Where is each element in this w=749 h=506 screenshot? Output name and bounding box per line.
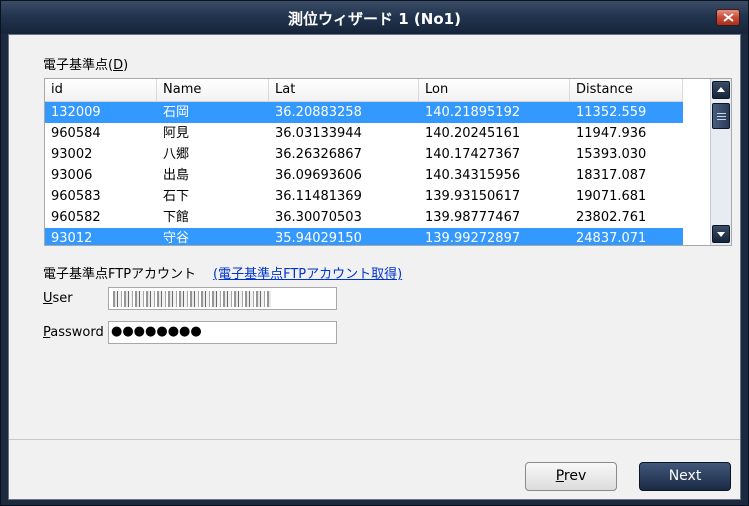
redacted-username xyxy=(113,291,271,307)
cell-distance: 15393.030 xyxy=(576,147,647,162)
cell-id: 132009 xyxy=(51,105,101,120)
cell-lat: 36.09693606 xyxy=(275,168,362,183)
column-header-id[interactable]: id xyxy=(45,79,157,101)
ftp-account-label: 電子基準点FTPアカウント xyxy=(43,267,197,282)
cell-lon: 139.98777467 xyxy=(425,210,521,225)
table-row[interactable]: 960583 石下 36.11481369 139.93150617 19071… xyxy=(45,186,683,207)
cell-distance: 18317.087 xyxy=(576,168,647,183)
cell-id: 93012 xyxy=(51,231,93,246)
cell-name: 石下 xyxy=(163,189,190,204)
cell-lat: 36.30070503 xyxy=(275,210,362,225)
cell-name: 出島 xyxy=(163,168,190,183)
table-body: 132009 石岡 36.20883258 140.21895192 11352… xyxy=(45,102,683,246)
footer-divider xyxy=(9,439,740,440)
column-header-lat[interactable]: Lat xyxy=(269,79,419,101)
cell-lat: 36.20883258 xyxy=(275,105,362,120)
password-input[interactable]: ●●●●●●●● xyxy=(108,321,337,344)
ftp-account-link[interactable]: (電子基準点FTPアカウント取得) xyxy=(213,263,402,282)
table-row[interactable]: 960582 下館 36.30070503 139.98777467 23802… xyxy=(45,207,683,228)
password-label: Password xyxy=(43,325,104,340)
column-header-lon[interactable]: Lon xyxy=(419,79,570,101)
title-bar[interactable]: 測位ウィザード 1 (No1) xyxy=(1,1,748,34)
cell-distance: 24837.071 xyxy=(576,231,647,246)
cell-lon: 140.20245161 xyxy=(425,126,521,141)
cell-id: 93006 xyxy=(51,168,93,183)
cell-name: 下館 xyxy=(163,210,190,225)
cell-lon: 140.17427367 xyxy=(425,147,521,162)
arrow-up-icon xyxy=(717,87,725,92)
user-label: User xyxy=(43,291,73,306)
scroll-down-button[interactable] xyxy=(712,225,730,243)
vertical-scrollbar[interactable] xyxy=(710,79,731,245)
cell-lon: 140.21895192 xyxy=(425,105,521,120)
cell-lat: 36.03133944 xyxy=(275,126,362,141)
column-header-distance[interactable]: Distance xyxy=(570,79,683,101)
cell-lat: 35.94029150 xyxy=(275,231,362,246)
cell-name: 八郷 xyxy=(163,147,190,162)
table-header: id Name Lat Lon Distance xyxy=(45,79,683,102)
station-table[interactable]: id Name Lat Lon Distance 132009 石岡 36.20… xyxy=(44,78,732,246)
cell-distance: 23802.761 xyxy=(576,210,647,225)
cell-name: 守谷 xyxy=(163,231,190,246)
column-header-name[interactable]: Name xyxy=(157,79,269,101)
close-icon xyxy=(723,13,734,22)
table-row[interactable]: 93002 八郷 36.26326867 140.17427367 15393.… xyxy=(45,144,683,165)
scroll-up-button[interactable] xyxy=(712,81,730,99)
prev-button[interactable]: Prev xyxy=(525,462,617,491)
cell-distance: 19071.681 xyxy=(576,189,647,204)
password-value: ●●●●●●●● xyxy=(111,324,202,339)
cell-lat: 36.11481369 xyxy=(275,189,362,204)
table-row[interactable]: 132009 石岡 36.20883258 140.21895192 11352… xyxy=(45,102,683,123)
station-list-label: 電子基準点(D) xyxy=(43,58,129,73)
cell-id: 960582 xyxy=(51,210,101,225)
cell-distance: 11352.559 xyxy=(576,105,647,120)
table-row[interactable]: 93006 出島 36.09693606 140.34315956 18317.… xyxy=(45,165,683,186)
cell-lon: 139.93150617 xyxy=(425,189,521,204)
arrow-down-icon xyxy=(717,232,725,237)
cell-lon: 139.99272897 xyxy=(425,231,521,246)
table-row[interactable]: 93012 守谷 35.94029150 139.99272897 24837.… xyxy=(45,228,683,246)
cell-id: 93002 xyxy=(51,147,93,162)
next-button[interactable]: Next xyxy=(639,462,731,491)
cell-id: 960584 xyxy=(51,126,101,141)
wizard-window: 測位ウィザード 1 (No1) 電子基準点(D) id Name Lat Lon… xyxy=(0,0,749,506)
cell-name: 阿見 xyxy=(163,126,190,141)
wizard-content: 電子基準点(D) id Name Lat Lon Distance 132009… xyxy=(8,34,741,500)
user-input[interactable] xyxy=(108,287,337,310)
scroll-thumb[interactable] xyxy=(712,103,730,129)
window-title: 測位ウィザード 1 (No1) xyxy=(288,10,461,28)
cell-id: 960583 xyxy=(51,189,101,204)
table-row[interactable]: 960584 阿見 36.03133944 140.20245161 11947… xyxy=(45,123,683,144)
close-button[interactable] xyxy=(716,9,740,26)
cell-distance: 11947.936 xyxy=(576,126,647,141)
cell-name: 石岡 xyxy=(163,105,190,120)
cell-lat: 36.26326867 xyxy=(275,147,362,162)
cell-lon: 140.34315956 xyxy=(425,168,521,183)
